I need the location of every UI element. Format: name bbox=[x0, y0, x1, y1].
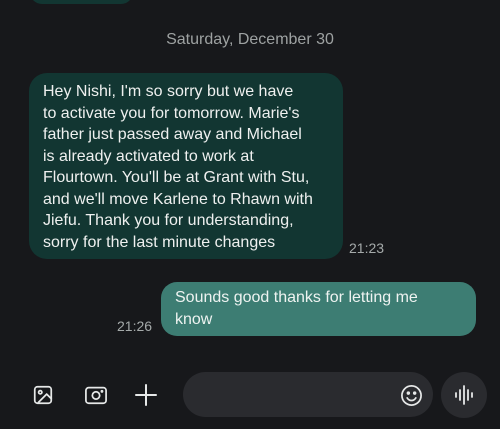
outgoing-message-time: 21:26 bbox=[117, 318, 153, 334]
message-input[interactable] bbox=[183, 372, 433, 417]
date-separator: Saturday, December 30 bbox=[166, 31, 334, 48]
camera-button[interactable] bbox=[82, 382, 110, 408]
gallery-icon bbox=[33, 385, 53, 405]
conversation-area: Saturday, December 30 Hey Nishi, I'm so … bbox=[0, 0, 500, 362]
incoming-message-bubble[interactable]: Hey Nishi, I'm so sorry but we have to a… bbox=[29, 73, 343, 259]
gallery-button[interactable] bbox=[30, 382, 56, 408]
camera-icon bbox=[85, 386, 107, 405]
previous-message-bubble[interactable] bbox=[30, 0, 133, 4]
plus-icon bbox=[135, 384, 157, 406]
emoji-icon bbox=[400, 384, 422, 406]
outgoing-message-bubble[interactable]: Sounds good thanks for letting me know bbox=[161, 282, 476, 336]
incoming-message-time: 21:23 bbox=[349, 240, 385, 256]
add-attachment-button[interactable] bbox=[133, 382, 159, 408]
emoji-button[interactable] bbox=[399, 383, 423, 407]
voice-waveform-icon bbox=[455, 385, 473, 405]
voice-record-button[interactable] bbox=[441, 372, 487, 418]
message-composer bbox=[0, 362, 500, 429]
